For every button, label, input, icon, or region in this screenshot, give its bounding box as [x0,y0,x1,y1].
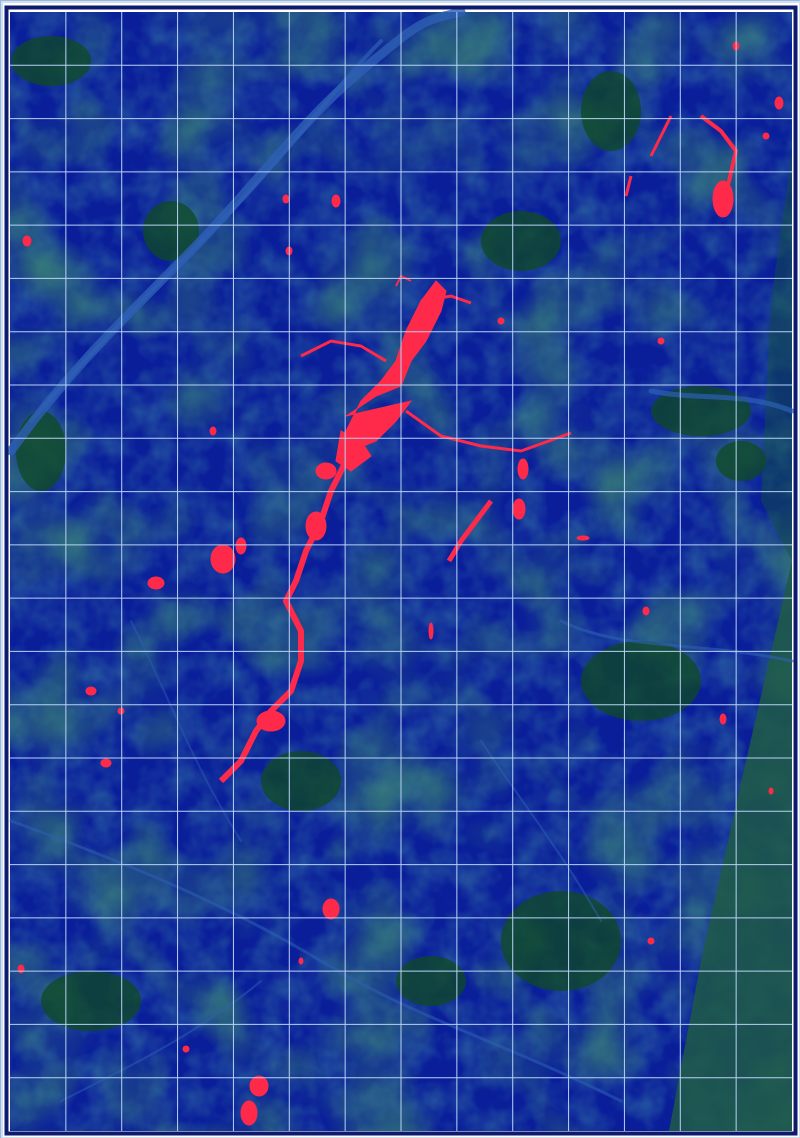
map-page [0,0,800,1138]
satellite-map[interactable] [1,1,800,1138]
map-frame [0,0,800,1138]
